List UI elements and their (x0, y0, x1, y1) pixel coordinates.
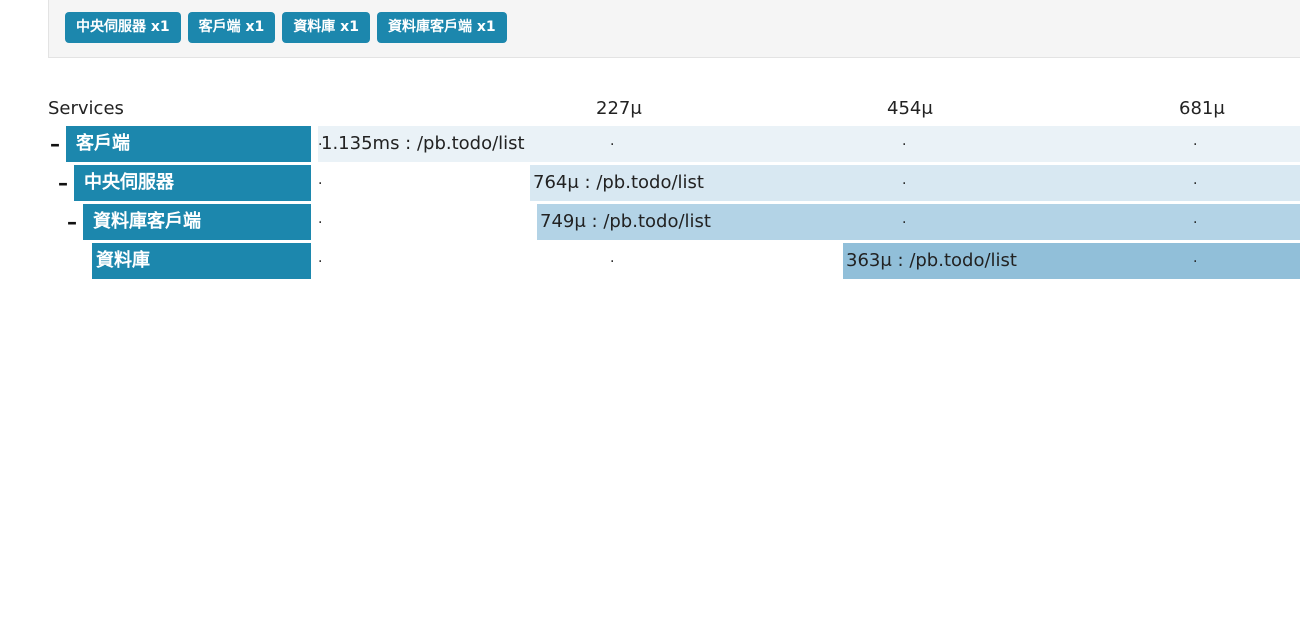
tick-marker: · (1193, 137, 1198, 153)
service-badge-database-client[interactable]: 資料庫客戶端 x1 (376, 12, 507, 43)
tick-marker: · (902, 215, 907, 231)
time-tick-label: 681μ (1179, 98, 1225, 119)
tick-marker: · (1193, 215, 1198, 231)
trace-row-database-client[interactable]: – 資料庫客戶端 749μ : /pb.todo/list · · · (0, 204, 1300, 240)
tick-marker: · (902, 137, 907, 153)
span-timeline: 363μ : /pb.todo/list · · · (318, 243, 1300, 279)
span-label: 764μ : /pb.todo/list (533, 172, 704, 193)
time-tick-label: 227μ (596, 98, 642, 119)
service-filter-panel: 中央伺服器 x1 客戶端 x1 資料庫 x1 資料庫客戶端 x1 (48, 0, 1300, 58)
span-label: 363μ : /pb.todo/list (846, 250, 1017, 271)
tick-marker: · (318, 215, 323, 231)
service-badges: 中央伺服器 x1 客戶端 x1 資料庫 x1 資料庫客戶端 x1 (65, 12, 507, 43)
service-name-cell[interactable]: 資料庫 (92, 243, 311, 279)
tick-marker: · (1193, 254, 1198, 270)
span-timeline: 749μ : /pb.todo/list · · · (318, 204, 1300, 240)
trace-row-central-server[interactable]: – 中央伺服器 764μ : /pb.todo/list · · · (0, 165, 1300, 201)
trace-row-client[interactable]: – 客戶端 1.135ms : /pb.todo/list · · · · (0, 126, 1300, 162)
services-column-header: Services (48, 98, 124, 119)
service-badge-central-server[interactable]: 中央伺服器 x1 (65, 12, 181, 43)
collapse-toggle[interactable]: – (67, 204, 77, 240)
span-timeline: 764μ : /pb.todo/list · · · (318, 165, 1300, 201)
span-label: 1.135ms : /pb.todo/list (321, 133, 525, 154)
span-bar[interactable]: 1.135ms : /pb.todo/list (318, 126, 1300, 162)
collapse-toggle[interactable]: – (50, 126, 60, 162)
tick-marker: · (902, 176, 907, 192)
tick-marker: · (610, 137, 615, 153)
span-bar[interactable]: 363μ : /pb.todo/list (843, 243, 1300, 279)
span-bar[interactable]: 764μ : /pb.todo/list (530, 165, 1300, 201)
span-bar[interactable]: 749μ : /pb.todo/list (537, 204, 1300, 240)
tick-marker: · (318, 176, 323, 192)
service-name-cell[interactable]: 中央伺服器 (74, 165, 311, 201)
time-tick-label: 454μ (887, 98, 933, 119)
span-timeline: 1.135ms : /pb.todo/list · · · · (318, 126, 1300, 162)
service-badge-database[interactable]: 資料庫 x1 (282, 12, 370, 43)
tick-marker: · (318, 254, 323, 270)
tick-marker: · (1193, 176, 1198, 192)
span-label: 749μ : /pb.todo/list (540, 211, 711, 232)
service-badge-client[interactable]: 客戶端 x1 (187, 12, 276, 43)
service-name-cell[interactable]: 資料庫客戶端 (83, 204, 311, 240)
service-name-cell[interactable]: 客戶端 (66, 126, 311, 162)
tick-marker: · (610, 254, 615, 270)
tick-marker: · (318, 137, 323, 153)
collapse-toggle[interactable]: – (58, 165, 68, 201)
trace-row-database[interactable]: 資料庫 363μ : /pb.todo/list · · · (0, 243, 1300, 279)
